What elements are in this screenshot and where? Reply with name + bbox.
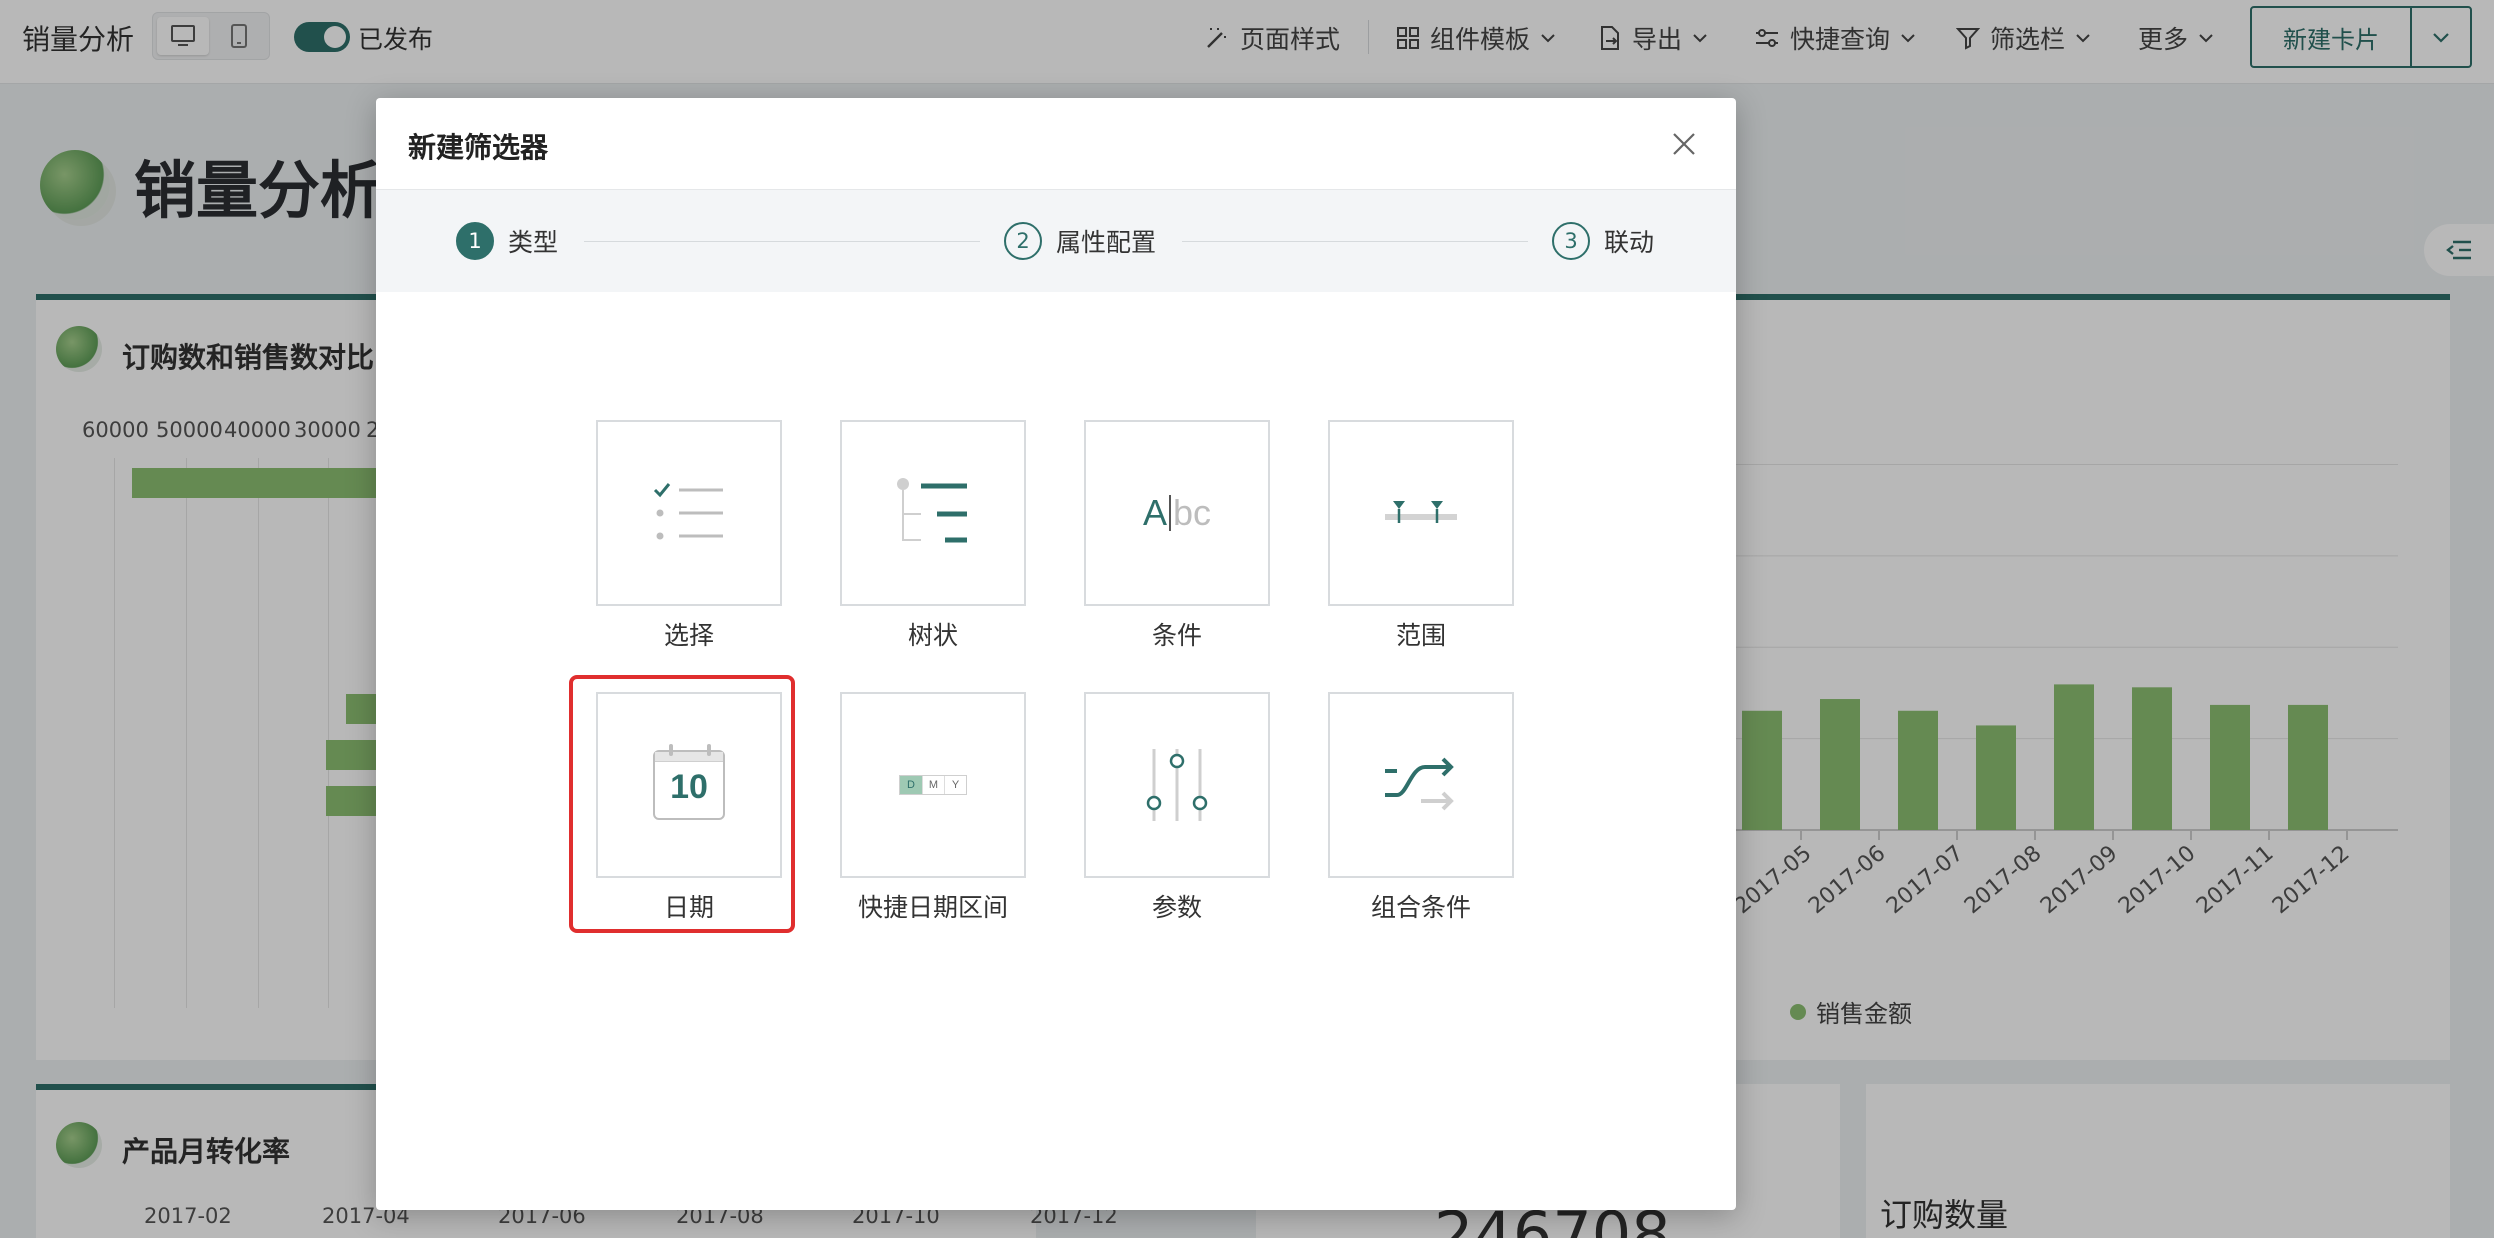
filter-type-label: 参数 xyxy=(1151,893,1202,922)
filter-type-tile xyxy=(1328,420,1514,606)
step-number: 3 xyxy=(1552,222,1590,260)
filter-type-select[interactable]: 选择 xyxy=(596,420,782,652)
filter-type-tile: D M Y xyxy=(840,692,1026,878)
dmy-day: D xyxy=(900,776,922,794)
filter-type-combined-condition[interactable]: 组合条件 xyxy=(1328,692,1514,924)
text-icon-rest: bc xyxy=(1172,492,1212,533)
step-connector xyxy=(584,241,980,242)
dialog-header: 新建筛选器 xyxy=(376,98,1736,190)
step-progress: 1 类型 2 属性配置 3 联动 xyxy=(376,190,1736,292)
dmy-year: Y xyxy=(944,776,966,794)
dialog-close-button[interactable] xyxy=(1664,124,1704,164)
dialog-title: 新建筛选器 xyxy=(408,131,549,164)
dmy-month: M xyxy=(922,776,944,794)
filter-type-tile xyxy=(1084,692,1270,878)
filter-type-label: 条件 xyxy=(1151,621,1202,650)
checklist-icon xyxy=(653,483,723,540)
text-cursor-icon: Abc xyxy=(1143,492,1211,534)
step-number: 1 xyxy=(456,222,494,260)
filter-type-tile xyxy=(596,420,782,606)
parameter-sliders-icon xyxy=(1146,749,1208,821)
filter-type-range[interactable]: 范围 xyxy=(1328,420,1514,652)
filter-type-label: 快捷日期区间 xyxy=(857,893,1008,922)
range-icon xyxy=(1385,501,1457,523)
filter-type-label: 选择 xyxy=(663,621,714,650)
step-linkage: 3 联动 xyxy=(1552,222,1654,260)
date-range-icon: D M Y xyxy=(899,775,967,795)
filter-type-tree[interactable]: 树状 xyxy=(840,420,1026,652)
step-label: 属性配置 xyxy=(1056,228,1157,257)
text-icon-a: A xyxy=(1142,492,1167,533)
filter-type-tile xyxy=(1328,692,1514,878)
step-label: 类型 xyxy=(508,228,559,257)
shuffle-icon xyxy=(1385,757,1454,811)
filter-type-quick-date-range[interactable]: D M Y 快捷日期区间 xyxy=(840,692,1026,924)
step-type: 1 类型 xyxy=(456,222,558,260)
filter-type-label: 组合条件 xyxy=(1370,893,1471,922)
filter-type-label: 范围 xyxy=(1395,621,1446,650)
filter-type-tile: Abc xyxy=(1084,420,1270,606)
step-attribute-config: 2 属性配置 xyxy=(1004,222,1156,260)
filter-type-parameter[interactable]: 参数 xyxy=(1084,692,1270,924)
filter-type-tile xyxy=(840,420,1026,606)
step-connector xyxy=(1182,241,1528,242)
close-icon xyxy=(1673,133,1695,155)
new-filter-dialog: 新建筛选器 1 类型 2 属性配置 3 联动 选择 树状 A bc 条件 范围 … xyxy=(376,98,1736,1210)
tree-icon xyxy=(897,478,967,543)
step-label: 联动 xyxy=(1604,228,1655,257)
filter-type-condition[interactable]: Abc 条件 xyxy=(1084,420,1270,652)
filter-type-label: 树状 xyxy=(907,621,958,650)
selection-highlight xyxy=(569,675,795,933)
step-number: 2 xyxy=(1004,222,1042,260)
